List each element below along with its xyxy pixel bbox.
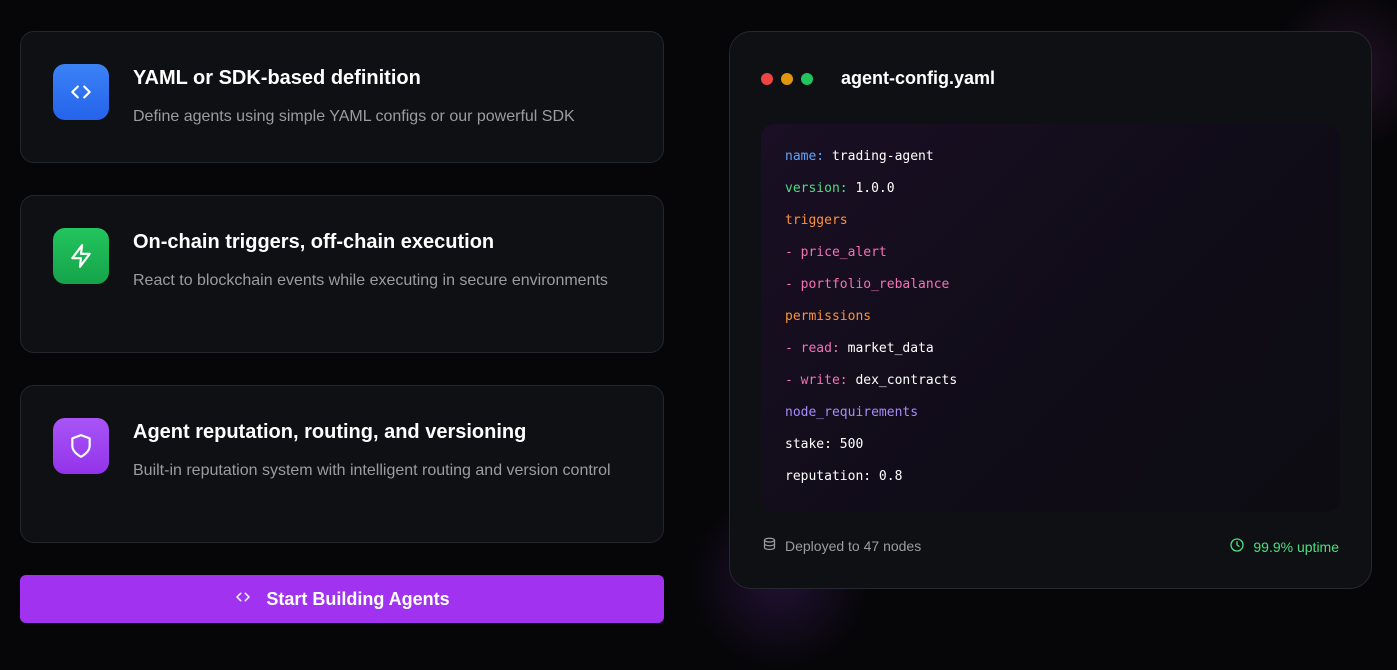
deployed-status: Deployed to 47 nodes	[762, 537, 921, 555]
code-value: - portfolio_rebalance	[785, 277, 950, 292]
code-key: - write:	[785, 373, 848, 388]
code-value: stake: 500	[785, 437, 864, 452]
database-icon	[762, 537, 777, 555]
code-block: name: trading-agent version: 1.0.0 trigg…	[761, 124, 1340, 512]
lightning-bolt-icon	[53, 228, 109, 284]
code-line: triggers	[785, 212, 1316, 244]
code-value: dex_contracts	[855, 373, 958, 388]
code-value: trading-agent	[831, 149, 934, 164]
minimize-dot-icon	[781, 73, 793, 85]
code-line: reputation: 0.8	[785, 468, 1316, 500]
code-key: triggers	[785, 213, 848, 228]
feature-title: YAML or SDK-based definition	[133, 67, 421, 89]
config-code-window: agent-config.yaml name: trading-agent ve…	[729, 31, 1372, 589]
uptime-status: 99.9% uptime	[1229, 537, 1339, 556]
code-line: version: 1.0.0	[785, 180, 1316, 212]
window-controls	[761, 73, 813, 85]
code-line: permissions	[785, 308, 1316, 340]
feature-description: Built-in reputation system with intellig…	[133, 462, 611, 479]
code-key: permissions	[785, 309, 872, 324]
feature-card-triggers: On-chain triggers, off-chain execution R…	[20, 195, 664, 353]
file-name: agent-config.yaml	[841, 68, 996, 88]
code-value: reputation: 0.8	[785, 469, 903, 484]
code-brackets-icon	[234, 588, 252, 611]
deployed-text: Deployed to 47 nodes	[785, 538, 922, 554]
feature-description: Define agents using simple YAML configs …	[133, 108, 575, 125]
code-key: node_requirements	[785, 405, 919, 420]
code-key: name:	[785, 149, 825, 164]
close-dot-icon	[761, 73, 773, 85]
code-value: 1.0.0	[855, 181, 895, 196]
code-line: - portfolio_rebalance	[785, 276, 1316, 308]
uptime-text: 99.9% uptime	[1253, 538, 1339, 555]
button-label: Start Building Agents	[266, 588, 450, 609]
code-key: version:	[785, 181, 848, 196]
feature-title: On-chain triggers, off-chain execution	[133, 231, 495, 253]
code-brackets-icon	[53, 64, 109, 120]
code-line: name: trading-agent	[785, 148, 1316, 180]
clock-icon	[1229, 537, 1245, 556]
code-line: - price_alert	[785, 244, 1316, 276]
code-line: - read: market_data	[785, 340, 1316, 372]
code-value: market_data	[847, 341, 934, 356]
code-line: - write: dex_contracts	[785, 372, 1316, 404]
feature-title: Agent reputation, routing, and versionin…	[133, 421, 527, 443]
feature-card-reputation: Agent reputation, routing, and versionin…	[20, 385, 664, 543]
feature-description: React to blockchain events while executi…	[133, 272, 608, 289]
code-line: stake: 500	[785, 436, 1316, 468]
code-value: - price_alert	[785, 245, 887, 260]
maximize-dot-icon	[801, 73, 813, 85]
shield-icon	[53, 418, 109, 474]
start-building-agents-button[interactable]: Start Building Agents	[20, 575, 664, 623]
feature-card-yaml-sdk: YAML or SDK-based definition Define agen…	[20, 31, 664, 163]
code-line: node_requirements	[785, 404, 1316, 436]
code-key: - read:	[785, 341, 840, 356]
